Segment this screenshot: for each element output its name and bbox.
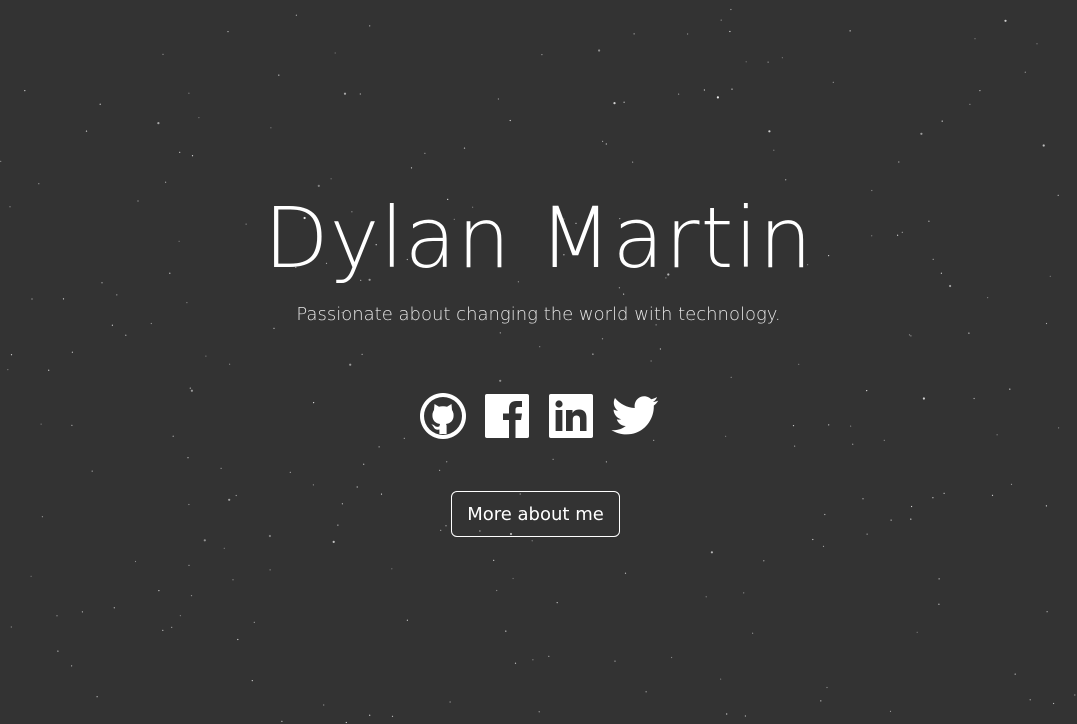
more-about-me-button[interactable]: More about me [451, 491, 620, 537]
linkedin-link[interactable] [547, 392, 595, 440]
twitter-link[interactable] [610, 392, 659, 440]
hero-tagline: Passionate about changing the world with… [296, 304, 781, 325]
github-link[interactable] [419, 392, 467, 440]
social-links [0, 392, 1077, 440]
linkedin-icon [548, 394, 593, 438]
twitter-icon [610, 396, 658, 435]
facebook-icon [484, 394, 529, 438]
hero-section: Dylan Martin Passionate about changing t… [0, 0, 1077, 724]
github-icon [419, 393, 466, 439]
landing-page: Dylan Martin Passionate about changing t… [0, 0, 1077, 724]
hero-name: Dylan Martin [263, 189, 814, 287]
facebook-link[interactable] [483, 392, 531, 440]
